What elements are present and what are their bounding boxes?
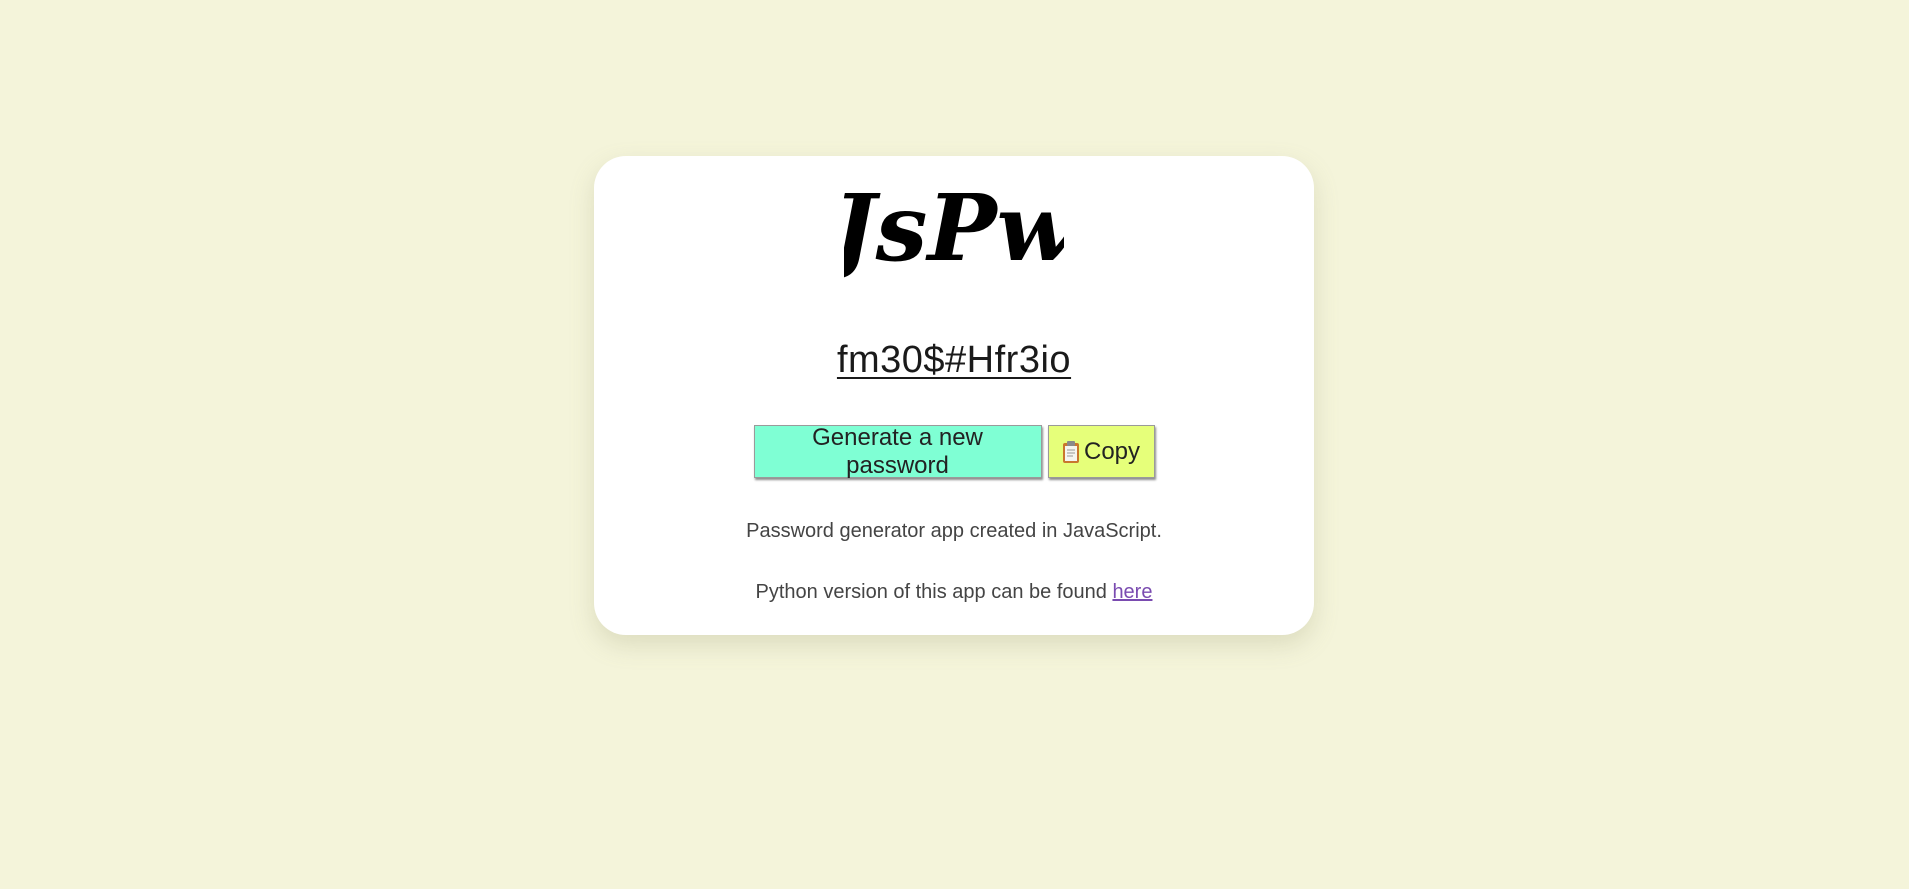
python-version-link[interactable]: here: [1112, 581, 1152, 603]
button-row: Generate a new password Copy: [594, 423, 1314, 479]
logo-lettering: JsPw: [844, 174, 1064, 282]
copy-button-label: Copy: [1083, 437, 1141, 465]
python-version-text: Python version of this app can be found: [755, 581, 1113, 603]
python-version-note: Python version of this app can be found …: [594, 581, 1314, 604]
generate-password-button[interactable]: Generate a new password: [753, 423, 1042, 479]
clipboard-icon: [1062, 440, 1080, 464]
main-card: JsPw fm30$#Hfr3io Generate a new passwor…: [594, 156, 1314, 635]
generate-button-label: Generate a new password: [812, 423, 983, 479]
password-value[interactable]: fm30$#Hfr3io: [837, 339, 1071, 381]
app-description: Password generator app created in JavaSc…: [746, 520, 1162, 542]
generated-password[interactable]: fm30$#Hfr3io: [594, 339, 1314, 382]
app-logo: JsPw: [594, 170, 1314, 290]
logo-text: JsPw: [844, 174, 1064, 282]
copy-button[interactable]: Copy: [1047, 425, 1155, 478]
